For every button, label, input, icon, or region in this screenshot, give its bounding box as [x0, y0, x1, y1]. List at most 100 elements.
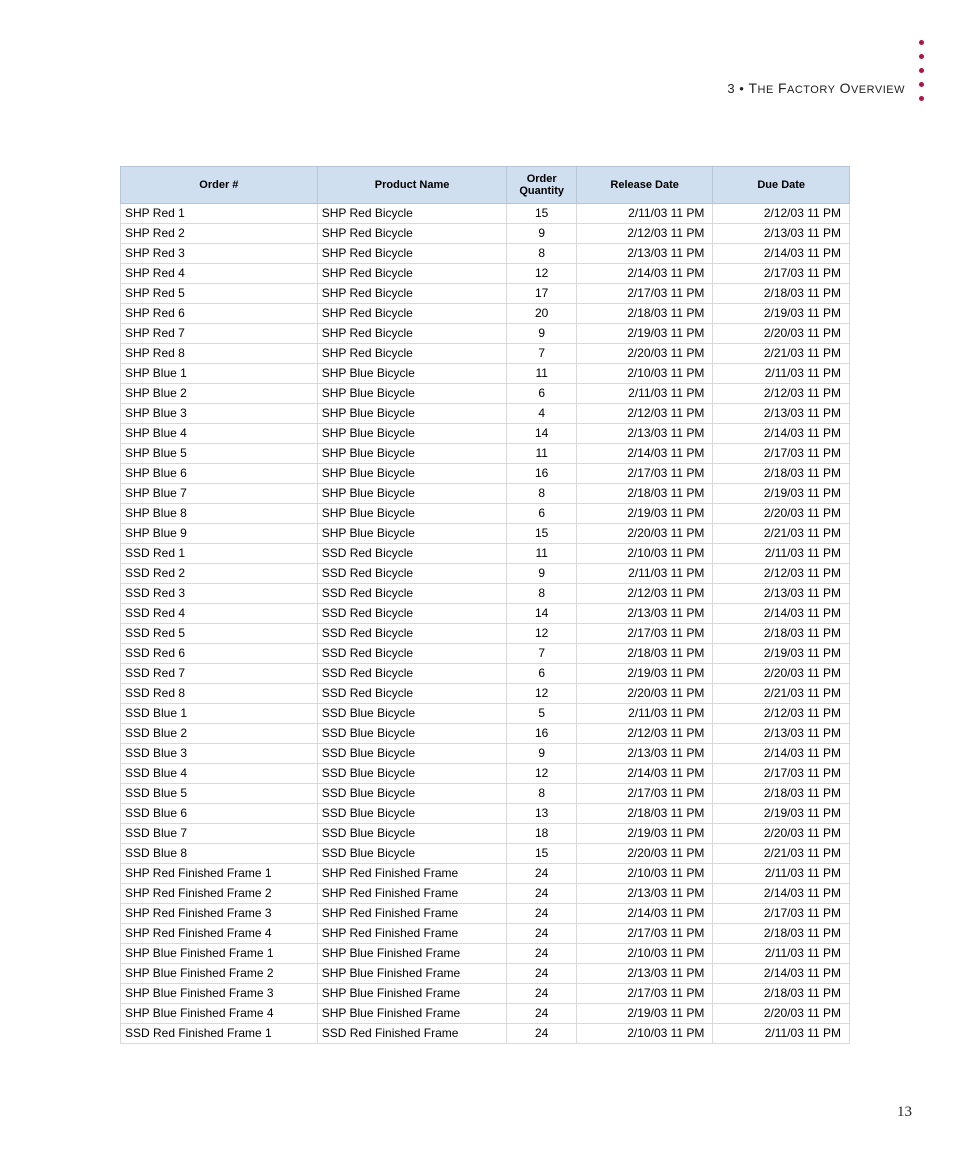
cell-release-date: 2/18/03 11 PM [576, 644, 713, 664]
cell-product-name: SHP Red Bicycle [317, 204, 507, 224]
cell-product-name: SSD Blue Bicycle [317, 804, 507, 824]
document-page: 3 • THE FACTORY OVERVIEW Order # Product… [0, 0, 954, 1163]
col-order-quantity: OrderQuantity [507, 167, 576, 204]
cell-order-number: SHP Blue 7 [121, 484, 318, 504]
separator-dot: • [739, 81, 744, 96]
cell-order-number: SHP Red 2 [121, 224, 318, 244]
cell-order-number: SHP Blue 6 [121, 464, 318, 484]
cell-order-number: SHP Red Finished Frame 2 [121, 884, 318, 904]
cell-release-date: 2/13/03 11 PM [576, 884, 713, 904]
cell-release-date: 2/19/03 11 PM [576, 1004, 713, 1024]
cell-due-date: 2/14/03 11 PM [713, 964, 850, 984]
cell-order-quantity: 15 [507, 524, 576, 544]
cell-release-date: 2/14/03 11 PM [576, 904, 713, 924]
cell-order-number: SHP Blue 9 [121, 524, 318, 544]
cell-order-number: SSD Red 6 [121, 644, 318, 664]
cell-product-name: SHP Red Finished Frame [317, 924, 507, 944]
cell-due-date: 2/17/03 11 PM [713, 764, 850, 784]
cell-release-date: 2/13/03 11 PM [576, 604, 713, 624]
cell-order-number: SHP Red 5 [121, 284, 318, 304]
table-row: SSD Blue 1SSD Blue Bicycle52/11/03 11 PM… [121, 704, 850, 724]
cell-due-date: 2/20/03 11 PM [713, 824, 850, 844]
cell-order-number: SHP Red 3 [121, 244, 318, 264]
cell-order-quantity: 12 [507, 764, 576, 784]
cell-release-date: 2/19/03 11 PM [576, 324, 713, 344]
cell-due-date: 2/11/03 11 PM [713, 944, 850, 964]
cell-order-number: SSD Red 4 [121, 604, 318, 624]
table-row: SHP Blue 7SHP Blue Bicycle82/18/03 11 PM… [121, 484, 850, 504]
chapter-header: 3 • THE FACTORY OVERVIEW [727, 40, 924, 101]
cell-release-date: 2/10/03 11 PM [576, 864, 713, 884]
cell-order-number: SHP Blue 5 [121, 444, 318, 464]
cell-release-date: 2/13/03 11 PM [576, 964, 713, 984]
cell-release-date: 2/17/03 11 PM [576, 924, 713, 944]
cell-order-quantity: 14 [507, 604, 576, 624]
cell-release-date: 2/12/03 11 PM [576, 404, 713, 424]
cell-due-date: 2/12/03 11 PM [713, 384, 850, 404]
cell-release-date: 2/11/03 11 PM [576, 384, 713, 404]
table-row: SSD Red 1SSD Red Bicycle112/10/03 11 PM2… [121, 544, 850, 564]
table-row: SSD Blue 3SSD Blue Bicycle92/13/03 11 PM… [121, 744, 850, 764]
table-row: SSD Blue 7SSD Blue Bicycle182/19/03 11 P… [121, 824, 850, 844]
cell-product-name: SSD Red Bicycle [317, 664, 507, 684]
cell-due-date: 2/20/03 11 PM [713, 664, 850, 684]
cell-release-date: 2/19/03 11 PM [576, 664, 713, 684]
cell-order-number: SSD Blue 1 [121, 704, 318, 724]
cell-release-date: 2/13/03 11 PM [576, 744, 713, 764]
cell-order-number: SSD Blue 3 [121, 744, 318, 764]
cell-product-name: SHP Red Bicycle [317, 264, 507, 284]
cell-due-date: 2/21/03 11 PM [713, 844, 850, 864]
cell-order-quantity: 12 [507, 264, 576, 284]
page-number: 13 [897, 1104, 912, 1121]
cell-release-date: 2/17/03 11 PM [576, 784, 713, 804]
cell-product-name: SHP Blue Bicycle [317, 484, 507, 504]
cell-product-name: SSD Red Bicycle [317, 684, 507, 704]
cell-order-number: SHP Red 8 [121, 344, 318, 364]
cell-due-date: 2/17/03 11 PM [713, 904, 850, 924]
table-row: SHP Red 8SHP Red Bicycle72/20/03 11 PM2/… [121, 344, 850, 364]
cell-release-date: 2/20/03 11 PM [576, 684, 713, 704]
title-word-1: THE [748, 81, 773, 96]
table-row: SSD Red 7SSD Red Bicycle62/19/03 11 PM2/… [121, 664, 850, 684]
cell-release-date: 2/18/03 11 PM [576, 804, 713, 824]
cell-order-number: SSD Red 3 [121, 584, 318, 604]
cell-order-number: SSD Blue 2 [121, 724, 318, 744]
col-due-date: Due Date [713, 167, 850, 204]
cell-due-date: 2/19/03 11 PM [713, 304, 850, 324]
cell-order-quantity: 12 [507, 684, 576, 704]
cell-product-name: SHP Blue Bicycle [317, 464, 507, 484]
cell-order-quantity: 17 [507, 284, 576, 304]
cell-order-quantity: 9 [507, 224, 576, 244]
cell-due-date: 2/13/03 11 PM [713, 404, 850, 424]
table-row: SHP Red Finished Frame 4SHP Red Finished… [121, 924, 850, 944]
cell-order-quantity: 6 [507, 504, 576, 524]
cell-product-name: SHP Blue Bicycle [317, 524, 507, 544]
cell-product-name: SHP Red Bicycle [317, 304, 507, 324]
cell-order-quantity: 24 [507, 904, 576, 924]
cell-order-number: SSD Blue 5 [121, 784, 318, 804]
cell-order-number: SHP Blue Finished Frame 2 [121, 964, 318, 984]
table-row: SHP Red 5SHP Red Bicycle172/17/03 11 PM2… [121, 284, 850, 304]
cell-due-date: 2/14/03 11 PM [713, 744, 850, 764]
table-row: SHP Blue 5SHP Blue Bicycle112/14/03 11 P… [121, 444, 850, 464]
cell-order-number: SHP Blue Finished Frame 1 [121, 944, 318, 964]
cell-release-date: 2/20/03 11 PM [576, 344, 713, 364]
cell-product-name: SSD Blue Bicycle [317, 744, 507, 764]
col-release-date: Release Date [576, 167, 713, 204]
cell-product-name: SHP Blue Finished Frame [317, 944, 507, 964]
cell-product-name: SHP Red Finished Frame [317, 904, 507, 924]
table-row: SHP Red Finished Frame 2SHP Red Finished… [121, 884, 850, 904]
cell-order-number: SHP Red 6 [121, 304, 318, 324]
cell-order-quantity: 7 [507, 344, 576, 364]
title-word-2: FACTORY [778, 81, 836, 96]
cell-release-date: 2/11/03 11 PM [576, 704, 713, 724]
cell-order-quantity: 11 [507, 544, 576, 564]
cell-product-name: SSD Red Finished Frame [317, 1024, 507, 1044]
table-row: SSD Blue 8SSD Blue Bicycle152/20/03 11 P… [121, 844, 850, 864]
cell-release-date: 2/14/03 11 PM [576, 444, 713, 464]
table-row: SHP Blue Finished Frame 1SHP Blue Finish… [121, 944, 850, 964]
chapter-number: 3 [727, 81, 735, 96]
cell-release-date: 2/10/03 11 PM [576, 1024, 713, 1044]
cell-product-name: SHP Blue Finished Frame [317, 964, 507, 984]
cell-due-date: 2/14/03 11 PM [713, 424, 850, 444]
